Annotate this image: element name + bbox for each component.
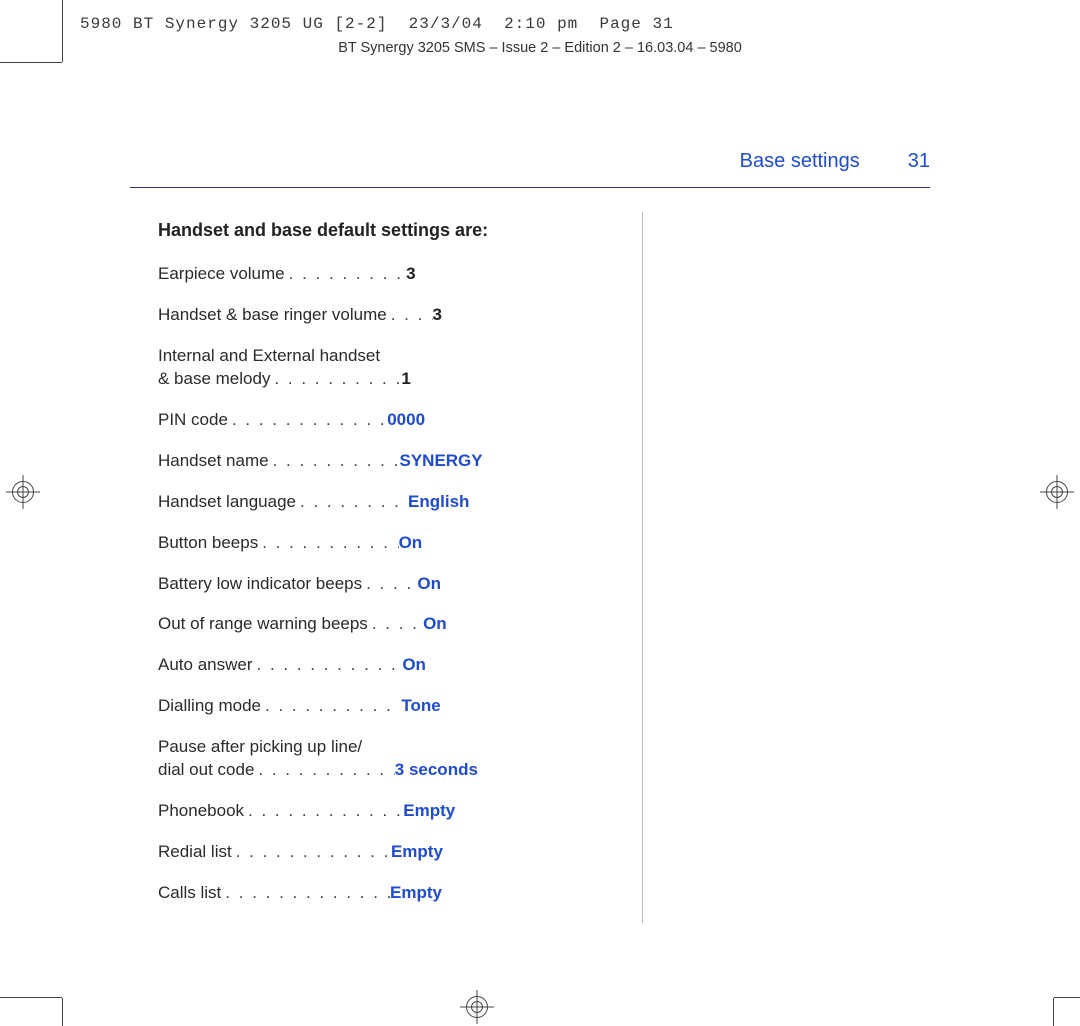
setting-label: Phonebook [158, 800, 244, 823]
setting-label: & base melody [158, 368, 270, 391]
setting-value: 0000 [387, 409, 425, 432]
setting-row: Battery low indicator beeps. . . . . . .… [158, 573, 630, 596]
setting-value: Tone [401, 695, 440, 718]
setting-row: Handset name. . . . . . . . . . . . . . … [158, 450, 630, 473]
setting-row: Internal and External handset& base melo… [158, 345, 630, 391]
setting-row: Pause after picking up line/dial out cod… [158, 736, 630, 782]
setting-row: Redial list. . . . . . . . . . . . . . .… [158, 841, 630, 864]
header-rule [130, 187, 930, 188]
leader-dots: . . . . . . . . . . . . . . . . . . . . … [285, 263, 406, 286]
running-header: BT Synergy 3205 SMS – Issue 2 – Edition … [0, 40, 1080, 56]
setting-label: Redial list [158, 841, 232, 864]
setting-label: Handset & base ringer volume [158, 304, 387, 327]
page-number: 31 [908, 150, 930, 173]
setting-label: Dialling mode [158, 695, 261, 718]
setting-value: On [399, 532, 423, 555]
setting-row: Handset & base ringer volume. . . . . . … [158, 304, 630, 327]
setting-row: Out of range warning beeps. . . . . . . … [158, 613, 630, 636]
crop-mark [0, 997, 62, 998]
setting-value: Empty [390, 882, 442, 905]
column-divider [642, 212, 643, 923]
section-title: Base settings [740, 150, 860, 173]
crop-mark [62, 998, 63, 1026]
leader-dots: . . . . . . . . . . . . . . . . . . . . … [296, 491, 408, 514]
registration-mark-icon [1040, 475, 1074, 509]
setting-value: On [417, 573, 441, 596]
setting-value: On [402, 654, 426, 677]
setting-label-line1: Pause after picking up line/ [158, 736, 630, 759]
leader-dots: . . . . . . . . . . . . . . . . . . . . … [270, 368, 401, 391]
leader-dots: . . . . . . . . . . . . . . . . . . . . … [269, 450, 400, 473]
leader-dots: . . . . . . . . . . . . . . . . . . . . … [258, 532, 398, 555]
setting-label: Earpiece volume [158, 263, 285, 286]
crop-mark [1053, 998, 1054, 1026]
section-header: Base settings 31 [130, 150, 930, 173]
crop-mark [1054, 997, 1080, 998]
setting-label: dial out code [158, 759, 254, 782]
setting-label: Handset language [158, 491, 296, 514]
setting-value: SYNERGY [399, 450, 482, 473]
leader-dots: . . . . . . . . . . . . . . . . . . . . … [368, 613, 423, 636]
setting-label: Battery low indicator beeps [158, 573, 362, 596]
setting-row: Auto answer. . . . . . . . . . . . . . .… [158, 654, 630, 677]
setting-value: Empty [403, 800, 455, 823]
leader-dots: . . . . . . . . . . . . . . . . . . . . … [232, 841, 391, 864]
setting-row: Phonebook. . . . . . . . . . . . . . . .… [158, 800, 630, 823]
leader-dots: . . . . . . . . . . . . . . . . . . . . … [221, 882, 390, 905]
setting-label: Out of range warning beeps [158, 613, 368, 636]
prepress-slug-line: 5980 BT Synergy 3205 UG [2-2] 23/3/04 2:… [80, 15, 674, 33]
setting-value: 3 [406, 263, 415, 286]
setting-value: Empty [391, 841, 443, 864]
setting-label-line1: Internal and External handset [158, 345, 630, 368]
setting-row: Button beeps. . . . . . . . . . . . . . … [158, 532, 630, 555]
setting-row: Dialling mode. . . . . . . . . . . . . .… [158, 695, 630, 718]
setting-row: PIN code. . . . . . . . . . . . . . . . … [158, 409, 630, 432]
setting-row: Handset language. . . . . . . . . . . . … [158, 491, 630, 514]
setting-label: Handset name [158, 450, 269, 473]
setting-label: Button beeps [158, 532, 258, 555]
setting-value: English [408, 491, 469, 514]
leader-dots: . . . . . . . . . . . . . . . . . . . . … [228, 409, 387, 432]
settings-heading: Handset and base default settings are: [158, 220, 630, 241]
setting-label: Auto answer [158, 654, 253, 677]
setting-value: 1 [401, 368, 410, 391]
leader-dots: . . . . . . . . . . . . . . . . . . . . … [387, 304, 433, 327]
setting-value: On [423, 613, 447, 636]
leader-dots: . . . . . . . . . . . . . . . . . . . . … [254, 759, 394, 782]
setting-row: Calls list. . . . . . . . . . . . . . . … [158, 882, 630, 905]
setting-label: Calls list [158, 882, 221, 905]
left-column: Handset and base default settings are: E… [130, 212, 642, 923]
setting-label: PIN code [158, 409, 228, 432]
setting-row: Earpiece volume. . . . . . . . . . . . .… [158, 263, 630, 286]
leader-dots: . . . . . . . . . . . . . . . . . . . . … [244, 800, 403, 823]
page-content: Base settings 31 Handset and base defaul… [130, 150, 930, 923]
setting-value: 3 seconds [395, 759, 478, 782]
default-settings-list: Earpiece volume. . . . . . . . . . . . .… [158, 263, 630, 905]
registration-mark-icon [460, 990, 494, 1024]
setting-value: 3 [433, 304, 442, 327]
crop-mark [0, 62, 62, 63]
leader-dots: . . . . . . . . . . . . . . . . . . . . … [261, 695, 401, 718]
leader-dots: . . . . . . . . . . . . . . . . . . . . … [253, 654, 403, 677]
leader-dots: . . . . . . . . . . . . . . . . . . . . … [362, 573, 417, 596]
registration-mark-icon [6, 475, 40, 509]
